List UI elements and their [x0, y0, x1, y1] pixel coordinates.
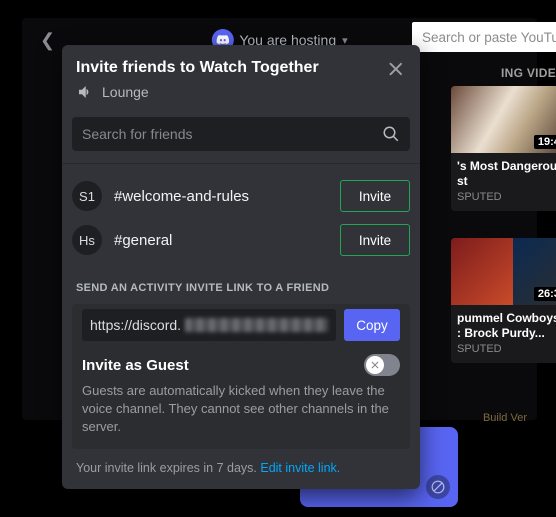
channel-list: S1 #welcome-and-rules Invite Hs #general…	[62, 168, 420, 274]
invite-link-redacted	[185, 318, 328, 332]
invite-link-footer: Your invite link expires in 7 days. Edit…	[62, 459, 420, 489]
invite-as-guest-label: Invite as Guest	[82, 357, 189, 374]
video-thumbnail: 26:33	[451, 238, 556, 305]
invite-link-text: https://discord.	[90, 317, 181, 333]
channel-avatar: S1	[72, 181, 102, 211]
invite-link-field[interactable]: https://discord.	[82, 309, 336, 341]
expiry-text: Your invite link expires in 7 days.	[76, 461, 260, 475]
channel-name: #general	[114, 232, 340, 249]
invite-as-guest-description: Guests are automatically kicked when the…	[82, 380, 400, 437]
video-channel: SPUTED	[457, 191, 556, 203]
channel-avatar: Hs	[72, 225, 102, 255]
invite-modal: Invite friends to Watch Together Lounge …	[62, 45, 420, 489]
close-icon	[386, 59, 406, 79]
invite-link-section-label: SEND AN ACTIVITY INVITE LINK TO A FRIEND	[62, 274, 420, 304]
friend-search-input[interactable]	[82, 126, 382, 142]
voice-channel-name: Lounge	[102, 84, 149, 100]
trending-videos-header: ING VIDEOS	[501, 66, 556, 80]
x-icon	[369, 359, 381, 371]
video-title: 's Most Dangerous	[457, 159, 556, 174]
video-title: pummel Cowboys	[457, 311, 556, 326]
back-chevron-icon[interactable]: ❮	[40, 30, 55, 51]
friend-search[interactable]	[72, 117, 410, 151]
video-card[interactable]: 19:48 's Most Dangerous st SPUTED	[451, 86, 556, 211]
video-title-line2: st	[457, 174, 556, 189]
modal-title: Invite friends to Watch Together	[76, 59, 406, 77]
edit-invite-link[interactable]: Edit invite link.	[260, 461, 340, 475]
youtube-search-input[interactable]: Search or paste YouTube URL	[412, 22, 556, 52]
divider	[62, 163, 420, 164]
video-duration-badge: 19:48	[534, 135, 556, 149]
invite-link-panel: https://discord. Copy Invite as Guest Gu…	[72, 304, 410, 449]
search-icon	[382, 125, 400, 143]
channel-row: Hs #general Invite	[72, 218, 410, 262]
channel-row: S1 #welcome-and-rules Invite	[72, 174, 410, 218]
video-card[interactable]: 26:33 pummel Cowboys : Brock Purdy... SP…	[451, 238, 556, 363]
invite-button[interactable]: Invite	[340, 224, 410, 256]
invite-as-guest-toggle[interactable]	[364, 354, 400, 376]
video-thumbnail: 19:48	[451, 86, 556, 153]
invite-button[interactable]: Invite	[340, 180, 410, 212]
close-button[interactable]	[382, 55, 410, 83]
copy-button[interactable]: Copy	[344, 309, 400, 341]
voice-channel-label: Lounge	[76, 83, 406, 101]
video-title-line2: : Brock Purdy...	[457, 326, 556, 341]
channel-name: #welcome-and-rules	[114, 188, 340, 205]
toggle-knob	[366, 356, 384, 374]
build-version-label: Build Ver	[483, 412, 527, 424]
activity-status-icon	[426, 475, 450, 499]
video-channel: SPUTED	[457, 343, 556, 355]
speaker-icon	[76, 83, 94, 101]
video-duration-badge: 26:33	[534, 287, 556, 301]
